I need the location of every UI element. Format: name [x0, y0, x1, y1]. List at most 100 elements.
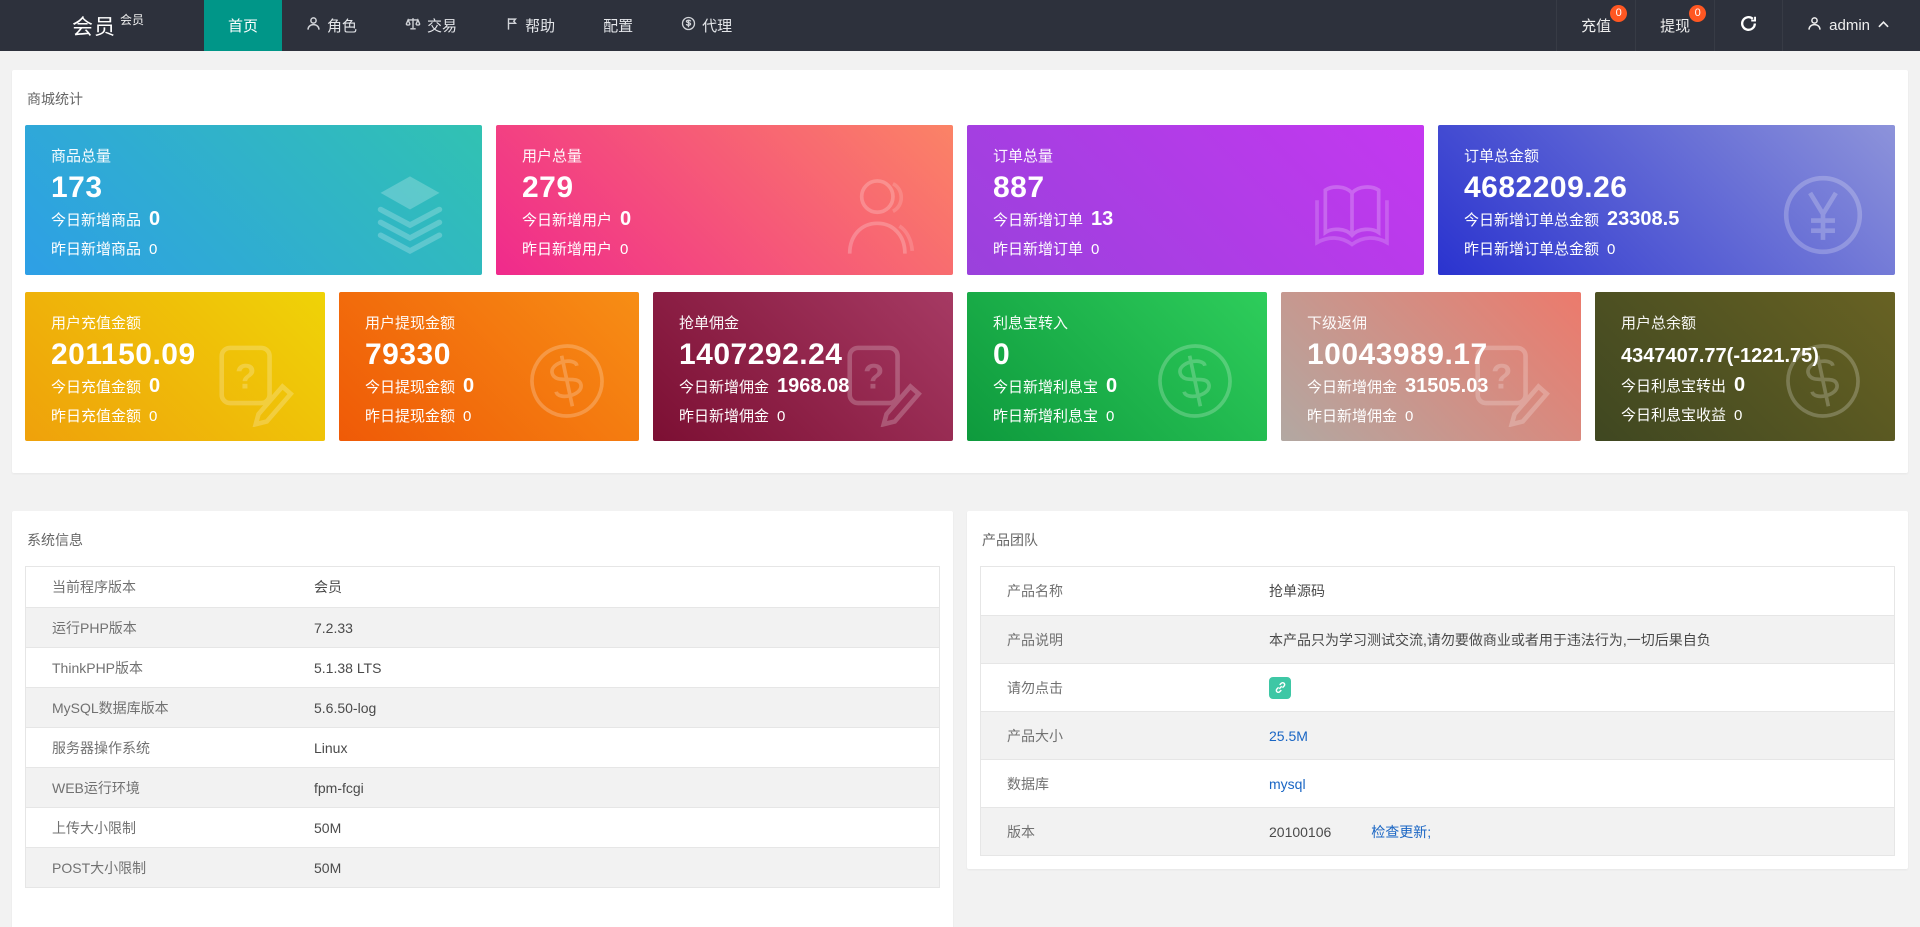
layers-icon — [364, 169, 456, 261]
stat-card-users: 用户总量 279 今日新增用户 0 昨日新增用户 0 — [496, 125, 953, 275]
stat-card-order-amount: 订单总金额 4682209.26 今日新增订单总金额 23308.5 昨日新增订单… — [1438, 125, 1895, 275]
dollar-circle-icon — [1149, 335, 1241, 427]
table-row: 数据库 mysql — [981, 759, 1894, 807]
stat-line2-value: 0 — [1734, 374, 1746, 396]
recharge-label: 充值 — [1581, 18, 1612, 35]
stat-line3-label: 昨日充值金额 — [51, 408, 142, 425]
stat-line3-value: 0 — [149, 241, 158, 258]
yen-circle-icon — [1777, 169, 1869, 261]
stat-title: 用户总量 — [522, 148, 583, 165]
mall-stats-panel: 商城统计 商品总量 173 今日新增商品 0 昨日新增商品 0 用户总量 279 今… — [12, 70, 1908, 473]
stat-line2-value: 0 — [463, 375, 475, 397]
stat-line2-label: 今日新增订单总金额 — [1464, 212, 1600, 229]
stat-line2-label: 今日新增订单 — [993, 212, 1084, 229]
flag-icon — [505, 16, 519, 35]
stat-line3-label: 昨日新增订单 — [993, 241, 1084, 258]
dollar-circle-icon — [521, 335, 613, 427]
topbar: 会员 会员 首页 角色 交易 帮助 配置 代理 充值 0 提现 0 admin — [0, 0, 1920, 51]
stat-line3-label: 昨日提现金额 — [365, 408, 456, 425]
stat-card-withdraw-amount: 用户提现金额 79330 今日提现金额 0 昨日提现金额 0 — [339, 292, 639, 441]
table-row: 当前程序版本 会员 — [26, 567, 939, 607]
withdraw-button[interactable]: 提现 0 — [1635, 0, 1714, 51]
nav-item-roles[interactable]: 角色 — [282, 0, 381, 51]
stat-line3-label: 昨日新增订单总金额 — [1464, 241, 1600, 258]
database-link[interactable]: mysql — [1269, 776, 1306, 792]
stat-line2-label: 今日新增商品 — [51, 212, 142, 229]
stat-title: 抢单佣金 — [679, 315, 740, 332]
stat-line3-label: 昨日新增佣金 — [1307, 408, 1398, 425]
svg-text:?: ? — [863, 357, 884, 396]
product-size-link[interactable]: 25.5M — [1269, 728, 1308, 744]
stat-line2-value: 0 — [149, 208, 161, 230]
topbar-actions: 充值 0 提现 0 admin — [1556, 0, 1920, 51]
stat-title: 下级返佣 — [1307, 315, 1368, 332]
link-icon[interactable] — [1269, 676, 1291, 699]
app-logo[interactable]: 会员 会员 — [0, 0, 204, 51]
stat-line2-label: 今日新增佣金 — [679, 379, 770, 396]
stat-title: 订单总金额 — [1464, 148, 1540, 165]
chevron-up-icon — [1877, 17, 1890, 34]
withdraw-label: 提现 — [1660, 18, 1691, 35]
stat-card-recharge-amount: 用户充值金额 201150.09 今日充值金额 0 昨日充值金额 0 ? — [25, 292, 325, 441]
stat-card-orders: 订单总量 887 今日新增订单 13 昨日新增订单 0 — [967, 125, 1424, 275]
nav-item-home[interactable]: 首页 — [204, 0, 283, 51]
withdraw-badge: 0 — [1689, 5, 1707, 22]
dollar-circle-icon — [1777, 335, 1869, 427]
stat-line3-value: 0 — [777, 408, 786, 425]
nav-item-agent[interactable]: 代理 — [657, 0, 756, 51]
stat-line2-value: 0 — [1106, 375, 1118, 397]
system-info-panel: 系统信息 当前程序版本 会员 运行PHP版本 7.2.33 ThinkPHP版本 5.… — [12, 511, 953, 927]
stat-title: 订单总量 — [993, 148, 1054, 165]
table-row: 产品大小 25.5M — [981, 711, 1894, 759]
table-row: 产品名称 抢单源码 — [981, 567, 1894, 615]
nav-item-config[interactable]: 配置 — [579, 0, 657, 51]
recharge-button[interactable]: 充值 0 — [1556, 0, 1635, 51]
nav-item-trade[interactable]: 交易 — [381, 0, 481, 51]
stat-line2-value: 23308.5 — [1607, 208, 1680, 230]
person-icon — [1807, 16, 1822, 35]
table-row: 产品说明 本产品只为学习测试交流,请勿要做商业或者用于违法行为,一切后果自负 — [981, 615, 1894, 663]
stats-row-1: 商品总量 173 今日新增商品 0 昨日新增商品 0 用户总量 279 今日新增用户… — [25, 125, 1895, 275]
stat-line3-value: 0 — [1106, 408, 1115, 425]
nav-item-label: 角色 — [327, 18, 358, 35]
stat-line2-value: 13 — [1091, 208, 1114, 230]
stat-title: 用户充值金额 — [51, 315, 142, 332]
table-row: 请勿点击 — [981, 663, 1894, 711]
refresh-button[interactable] — [1714, 0, 1782, 51]
stat-line3-label: 今日利息宝收益 — [1621, 407, 1727, 424]
svg-text:?: ? — [235, 357, 256, 396]
stat-line3-value: 0 — [1091, 241, 1100, 258]
nav-item-label: 交易 — [427, 18, 458, 35]
table-row: 上传大小限制 50M — [26, 807, 939, 847]
table-row: 版本 20100106 检查更新; — [981, 807, 1894, 855]
main-nav: 首页 角色 交易 帮助 配置 代理 — [204, 0, 756, 51]
stat-card-interest-in: 利息宝转入 0 今日新增利息宝 0 昨日新增利息宝 0 — [967, 292, 1267, 441]
stat-line3-value: 0 — [463, 408, 472, 425]
check-update-link[interactable]: 检查更新; — [1371, 824, 1431, 840]
edit-question-icon: ? — [835, 335, 927, 428]
mall-stats-title: 商城统计 — [27, 91, 83, 107]
stat-title: 用户总余额 — [1621, 315, 1697, 332]
edit-question-icon: ? — [1463, 335, 1555, 428]
table-row: ThinkPHP版本 5.1.38 LTS — [26, 647, 939, 687]
product-team-panel: 产品团队 产品名称 抢单源码 产品说明 本产品只为学习测试交流,请勿要做商业或者用于… — [967, 511, 1908, 869]
stat-line3-value: 0 — [149, 408, 158, 425]
person-icon — [306, 16, 321, 35]
stat-line2-label: 今日新增佣金 — [1307, 379, 1398, 396]
recharge-badge: 0 — [1610, 5, 1628, 22]
product-team-table: 产品名称 抢单源码 产品说明 本产品只为学习测试交流,请勿要做商业或者用于违法行为,… — [980, 566, 1895, 856]
scales-icon — [405, 16, 421, 35]
stat-line2-label: 今日提现金额 — [365, 379, 456, 396]
stat-line3-value: 0 — [1734, 407, 1743, 424]
nav-item-help[interactable]: 帮助 — [481, 0, 579, 51]
nav-item-label: 代理 — [702, 18, 733, 35]
app-logo-sup: 会员 — [120, 13, 145, 27]
stat-title: 用户提现金额 — [365, 315, 456, 332]
user-menu[interactable]: admin — [1782, 0, 1920, 51]
table-row: 服务器操作系统 Linux — [26, 727, 939, 767]
book-icon — [1306, 169, 1398, 261]
stat-line2-label: 今日新增用户 — [522, 212, 613, 229]
version-value: 20100106 — [1269, 823, 1332, 840]
stat-line2-label: 今日利息宝转出 — [1621, 378, 1727, 395]
stat-line3-value: 0 — [1607, 241, 1616, 258]
